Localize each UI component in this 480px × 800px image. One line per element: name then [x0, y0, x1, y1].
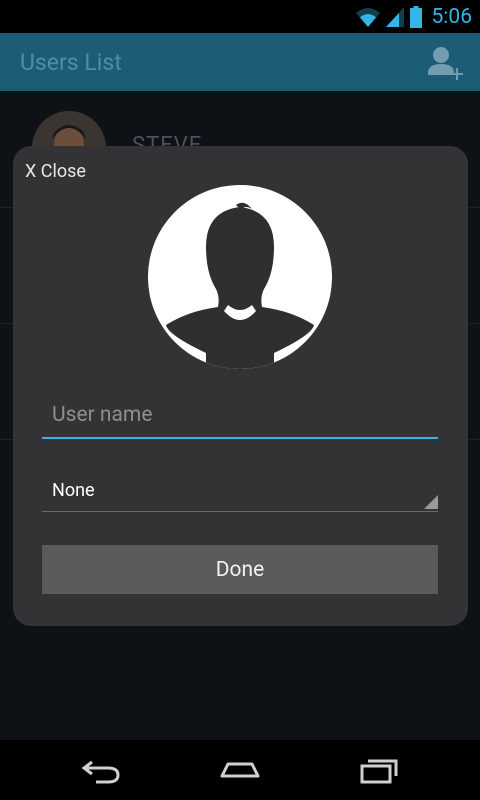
add-user-dialog: X Close None Done — [13, 146, 468, 626]
status-bar: 5:06 — [0, 0, 480, 33]
recent-apps-icon[interactable] — [356, 754, 404, 786]
page-title: Users List — [20, 48, 122, 76]
clock: 5:06 — [431, 4, 473, 29]
close-button[interactable]: X Close — [25, 161, 86, 182]
back-icon[interactable] — [76, 754, 124, 786]
battery-icon — [409, 5, 422, 28]
signal-icon — [385, 6, 404, 27]
action-bar: Users List — [0, 33, 480, 91]
home-icon[interactable] — [216, 754, 264, 786]
wifi-icon — [355, 7, 380, 27]
dropdown-caret-icon — [424, 495, 438, 509]
navigation-bar — [0, 740, 480, 800]
dropdown-selected-value: None — [52, 480, 95, 501]
username-input[interactable] — [42, 393, 438, 437]
person-silhouette-icon — [148, 185, 332, 369]
type-dropdown[interactable]: None — [42, 474, 438, 512]
add-user-icon[interactable] — [426, 43, 464, 83]
profile-photo-placeholder[interactable] — [148, 185, 332, 369]
username-field-container — [42, 393, 438, 439]
done-button[interactable]: Done — [42, 545, 438, 594]
